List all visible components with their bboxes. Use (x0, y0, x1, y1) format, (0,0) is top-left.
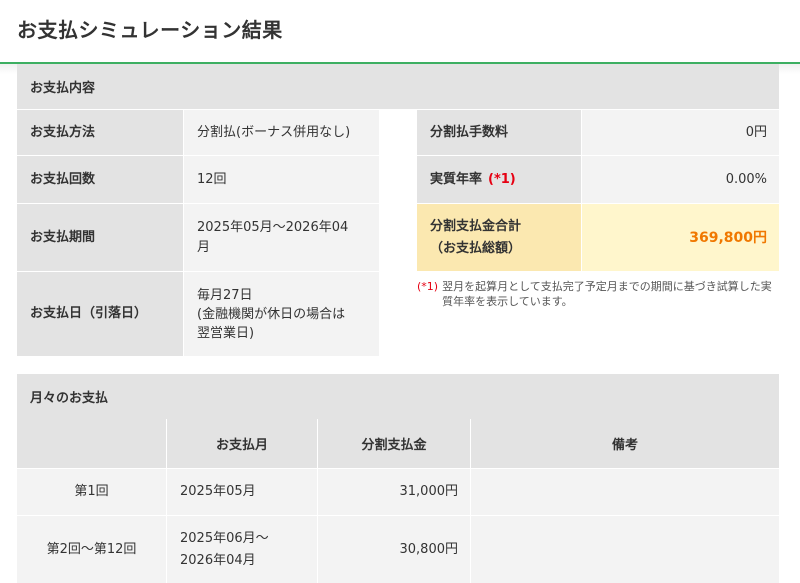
monthly-payment-heading: 月々のお支払 (17, 374, 779, 419)
apr-note-mark: (*1) (488, 171, 516, 187)
apr-footnote: (*1) 翌月を起算月として支払完了予定月までの期間に基づき試算した実質年率を表… (417, 279, 779, 309)
row2-remark (471, 516, 779, 583)
row2-amount: 30,800円 (318, 516, 470, 583)
payment-period-label: お支払期間 (17, 204, 183, 271)
fee-label: 分割払手数料 (417, 110, 581, 155)
apr-label: 実質年率 (*1) (417, 156, 581, 203)
col-month-header: お支払月 (167, 419, 317, 468)
row2-number: 第2回～第12回 (17, 516, 166, 583)
row1-amount: 31,000円 (318, 469, 470, 515)
row1-number: 第1回 (17, 469, 166, 515)
payment-method-value: 分割払(ボーナス併用なし) (184, 110, 379, 155)
fee-value: 0円 (582, 110, 779, 155)
col-number-header (17, 419, 166, 468)
col-amount-header: 分割支払金 (318, 419, 470, 468)
row2-month: 2025年06月～ 2026年04月 (167, 516, 317, 583)
payment-date-label: お支払日（引落日） (17, 272, 183, 356)
payment-date-value: 毎月27日 (金融機関が休日の場合は 翌営業日) (184, 272, 379, 356)
col-remark-header: 備考 (471, 419, 779, 468)
footnote-mark: (*1) (417, 280, 439, 293)
payment-count-label: お支払回数 (17, 156, 183, 203)
payment-method-label: お支払方法 (17, 110, 183, 155)
apr-value: 0.00% (582, 156, 779, 203)
total-amount-value: 369,800円 (582, 204, 779, 271)
page-title: お支払シミュレーション結果 (17, 18, 283, 42)
payment-count-value: 12回 (184, 156, 379, 203)
payment-period-value: 2025年05月～2026年04 月 (184, 204, 379, 271)
footnote-text: 翌月を起算月として支払完了予定月までの期間に基づき試算した実質年率を表示していま… (442, 280, 772, 308)
row1-remark (471, 469, 779, 515)
apr-label-text: 実質年率 (430, 171, 483, 187)
page-header: お支払シミュレーション結果 (0, 0, 800, 74)
row1-month: 2025年05月 (167, 469, 317, 515)
payment-details-heading: お支払内容 (17, 64, 779, 109)
total-amount-label: 分割支払金合計 （お支払総額） (417, 204, 581, 271)
